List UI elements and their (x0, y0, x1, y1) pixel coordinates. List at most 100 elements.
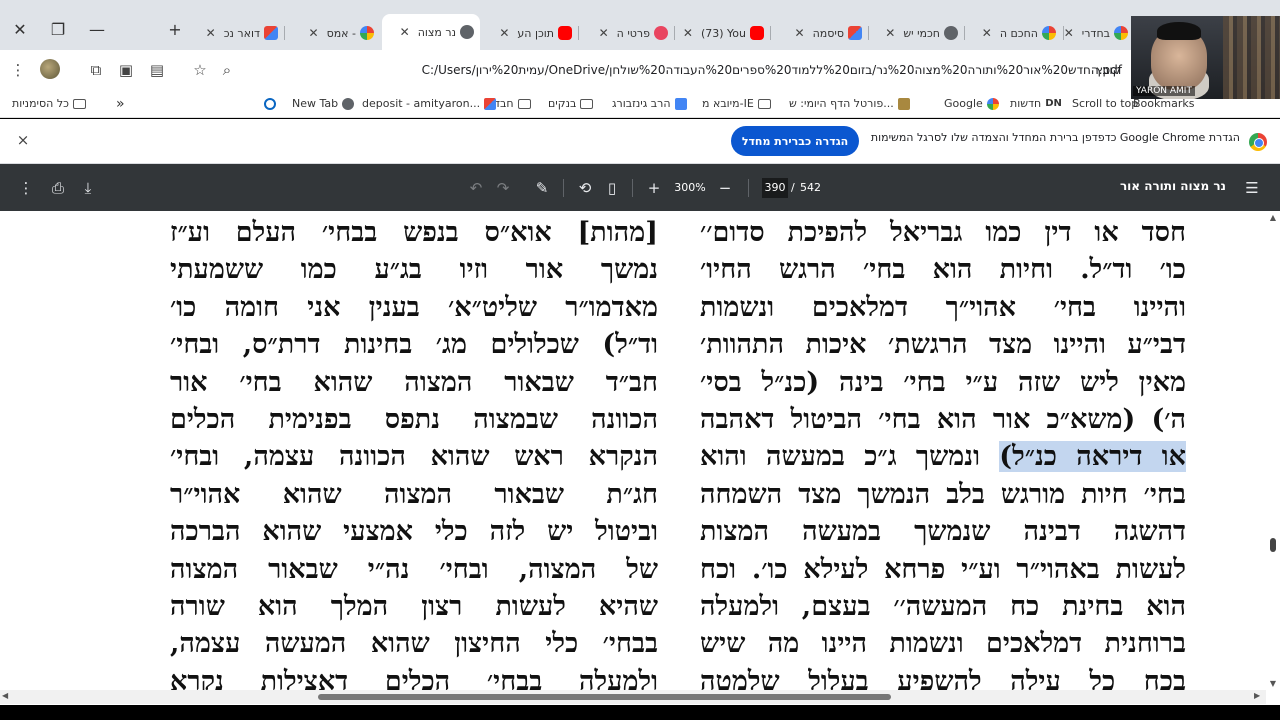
selection-highlight[interactable]: או דיראה כנ״ל) (999, 441, 1186, 473)
tab-4[interactable]: (73) You ✕ (676, 18, 770, 48)
new-tab-button[interactable]: + (163, 18, 187, 42)
all-bookmarks-button[interactable]: כל הסימניות (12, 95, 86, 113)
participant-name: YARON AMIT (1133, 86, 1195, 96)
tab-2[interactable]: חכמי יש ✕ (870, 18, 964, 48)
text-line: דבי״ע והיינו מצד הרגשת׳ איכות התהוות׳ (700, 329, 1186, 361)
horizontal-scroll-thumb[interactable] (318, 694, 891, 700)
bookmark-item[interactable]: פורטל הדף היומי: ש... (789, 95, 910, 113)
text-line: לעשות באהוי״ר וע״י פרחא לעילא כו׳. וכח (700, 553, 1186, 585)
bookmark-item[interactable]: חבד (494, 95, 531, 113)
text-line: של המצוה, ובחי׳ נה״י שבאור המצוה (170, 553, 658, 585)
google-icon (1042, 26, 1056, 40)
bookmark-item[interactable]: הרב גינזבורג (612, 95, 687, 113)
page-separator: / (791, 181, 795, 194)
close-icon[interactable]: ✕ (982, 26, 992, 40)
translate-icon (674, 98, 687, 110)
text-line: נמשך אור וזיו בג״ע כמו ששמעתי (170, 254, 658, 286)
close-icon[interactable]: ✕ (400, 25, 410, 39)
address-bar[interactable]: C:/Users/עמית%20ירון/OneDrive/החדש%20אור… (186, 57, 1136, 83)
text-line: והיינו בחי׳ אהוי״ך דמלאכים ונשמות (700, 291, 1186, 323)
text-column-left: [מהות] אוא״ס בנפש בבחי׳ העלם וע״ז נמשך א… (170, 214, 658, 700)
close-icon[interactable]: ✕ (885, 26, 895, 40)
text-line-highlighted: או דיראה כנ״ל) ונמשך ג״כ במעשה והוא (700, 441, 1186, 473)
bookmark-item[interactable]: מיובא מ-IE (702, 95, 771, 113)
webcam-video: YARON AMIT (1131, 16, 1280, 99)
vertical-scroll-thumb[interactable] (1270, 538, 1276, 552)
scroll-right-arrow-icon[interactable]: ▶ (1254, 691, 1260, 700)
text-line: הכוונה שבמצוה נתפס בפנימית הכלים (170, 403, 658, 435)
tab-active[interactable]: נר מצוה ✕ (382, 14, 480, 50)
text-line: שהיא לעשות רצון המלך הוא שורה (170, 590, 658, 622)
site-info-label[interactable]: קובץ (1096, 57, 1121, 83)
text-line: דהשגה דבינה שנמשך במעשה המצות (700, 516, 1186, 548)
sidebar-menu-icon[interactable]: ☰ (1241, 177, 1263, 199)
gmail-icon (484, 98, 497, 110)
tab-8[interactable]: אמס - ✕ (286, 18, 380, 48)
rotate-icon[interactable]: ⟲ (574, 177, 596, 199)
bookmark-item[interactable]: deposit - amityaron... (362, 95, 497, 113)
page-number-input[interactable]: 390 (762, 178, 788, 198)
text-line: חג״ת שבאור המצוה שהוא אהוי״ר (170, 478, 658, 510)
infobar-message: הגדרת Google Chrome כדפדפן ברירת המחדל ו… (870, 131, 1240, 144)
set-default-button[interactable]: הגדרה כברירת מחדל (731, 126, 859, 156)
close-icon[interactable]: ✕ (599, 26, 609, 40)
close-icon[interactable]: ✕ (499, 26, 509, 40)
google-icon (1114, 26, 1128, 40)
folder-icon (580, 99, 594, 109)
text-line: ה׳) (משא״כ אור הוא בחי׳ הביטול דאהבה (700, 403, 1186, 435)
tab-5[interactable]: פרטי ה ✕ (580, 18, 674, 48)
text-line: מאדמו״ר שליט״א׳ בענין אני חומה כו׳ (170, 291, 658, 323)
bookmark-item[interactable]: בנקים (548, 95, 594, 113)
zoom-level[interactable]: 300% (672, 178, 708, 198)
youtube-icon (750, 26, 764, 40)
zoom-out-button[interactable]: − (714, 177, 736, 199)
restore-window-icon[interactable]: ❐ (46, 18, 70, 42)
scroll-left-arrow-icon[interactable]: ◀ (2, 691, 8, 700)
extension-help-icon[interactable]: ▣ (115, 59, 137, 81)
vertical-scrollbar[interactable] (1266, 211, 1280, 705)
redo-icon[interactable]: ↷ (492, 177, 514, 199)
close-icon[interactable]: ✕ (1064, 26, 1074, 40)
youtube-icon (558, 26, 572, 40)
scroll-up-arrow-icon[interactable]: ▲ (1267, 213, 1279, 225)
text-line: מאין ליש שזה ע״י בחי׳ בינה (כנ״ל בסי׳ (700, 366, 1186, 398)
bookshelf-background (1223, 16, 1280, 99)
bookmark-item[interactable] (264, 95, 276, 113)
bookmark-item[interactable]: חדשות DN (1010, 95, 1062, 113)
annotate-icon[interactable]: ✎ (531, 177, 553, 199)
fit-page-icon[interactable]: ▯ (601, 177, 623, 199)
tab-6[interactable]: תוכן הע ✕ (482, 18, 578, 48)
extensions-icon[interactable]: ⧉ (85, 59, 107, 81)
gmail-icon (848, 26, 862, 40)
close-icon[interactable]: ✕ (683, 26, 693, 40)
avatar[interactable] (40, 59, 60, 79)
close-icon[interactable]: ✕ (206, 26, 216, 40)
bookmark-item[interactable]: Google (944, 95, 999, 113)
download-icon[interactable]: ⤓ (77, 177, 99, 199)
pdf-icon (460, 25, 474, 39)
undo-icon[interactable]: ↶ (465, 177, 487, 199)
tab-3[interactable]: סיסמה ✕ (772, 18, 868, 48)
print-icon[interactable]: ⎙ (47, 177, 69, 199)
pdf-page-canvas[interactable]: חסד או דין כמו גבריאל להפיכת סדום׳׳ כו׳ … (0, 211, 1280, 705)
close-icon[interactable]: × (14, 131, 32, 149)
scroll-down-arrow-icon[interactable]: ▼ (1267, 679, 1279, 691)
bookmarks-overflow-button[interactable]: » (116, 95, 125, 113)
tab-9[interactable]: דואר נכ ✕ (190, 18, 284, 48)
close-window-icon[interactable]: ✕ (8, 18, 32, 42)
globe-icon (944, 26, 958, 40)
minimize-window-icon[interactable]: — (85, 18, 109, 42)
portal-icon (897, 98, 910, 110)
bookmark-item[interactable]: New Tab (292, 95, 355, 113)
zoom-in-button[interactable]: + (643, 177, 665, 199)
google-icon (360, 26, 374, 40)
text-line: חסד או דין כמו גבריאל להפיכת סדום׳׳ (700, 217, 1186, 248)
extension-card-icon[interactable]: ▤ (146, 59, 168, 81)
menu-kebab-icon[interactable]: ⋮ (7, 59, 29, 81)
bookmark-item[interactable]: Scroll to top (1072, 95, 1138, 113)
tab-0[interactable]: בחדרי ✕ (1064, 18, 1134, 48)
close-icon[interactable]: ✕ (795, 26, 805, 40)
close-icon[interactable]: ✕ (309, 26, 319, 40)
tab-1[interactable]: החכם ה ✕ (966, 18, 1062, 48)
more-actions-icon[interactable]: ⋮ (15, 177, 37, 199)
